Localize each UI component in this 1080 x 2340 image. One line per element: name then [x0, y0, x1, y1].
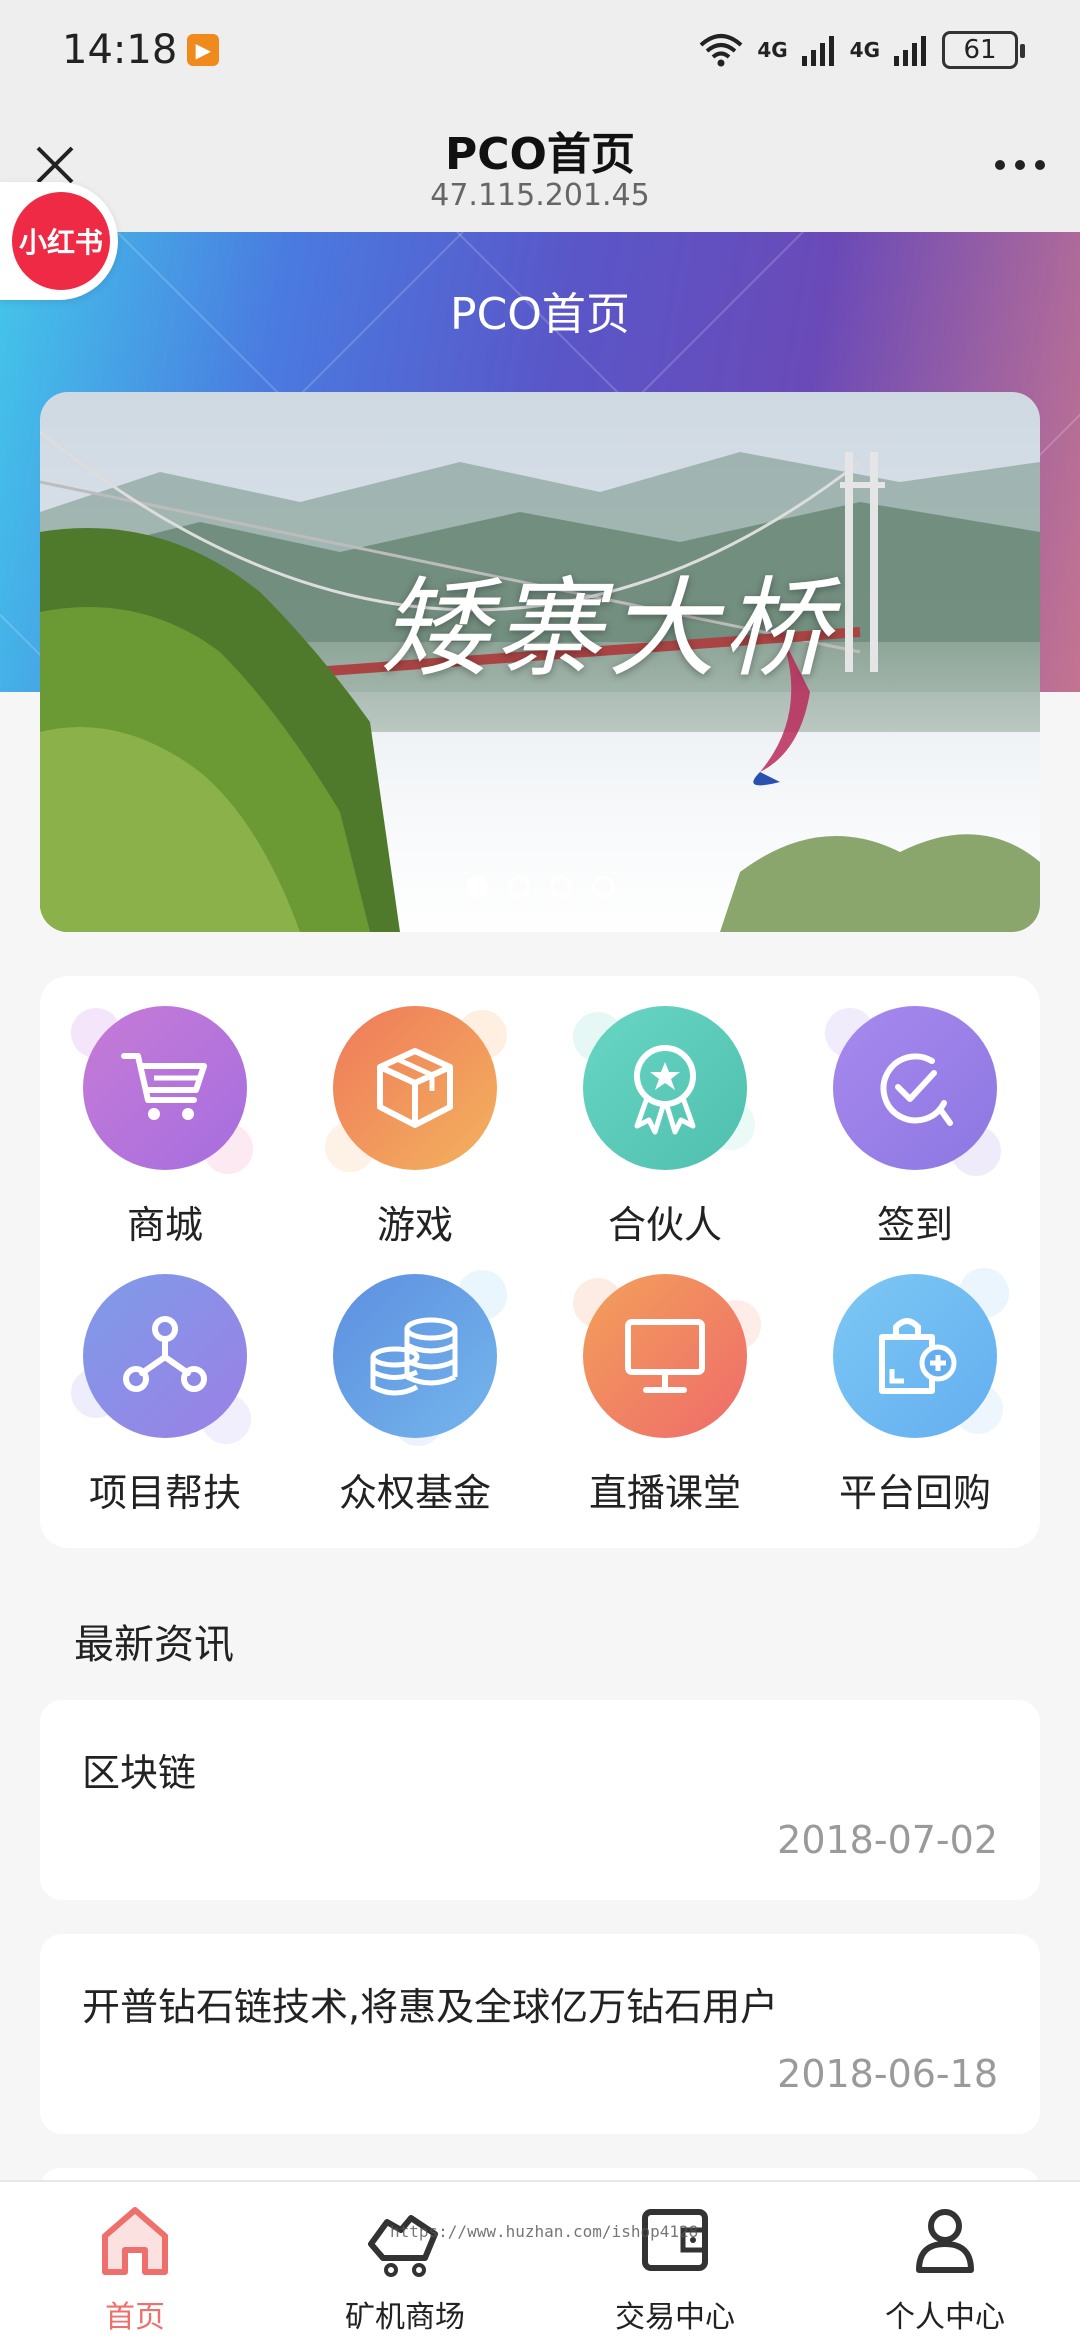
carousel-dot[interactable]	[466, 876, 488, 898]
news-date: 2018-06-18	[777, 2052, 998, 2096]
news-heading: 最新资讯	[74, 1622, 234, 1668]
menu-label: 平台回购	[838, 1471, 991, 1515]
bag-icon	[833, 1268, 1009, 1438]
menu-label: 商城	[126, 1203, 203, 1247]
network-label-1: 4G	[757, 38, 788, 62]
news-title: 区块链	[82, 1751, 197, 1795]
tab-label: 交易中心	[615, 2300, 735, 2335]
status-bar: 14:18 ▶ 4G 4G 61	[0, 0, 1080, 100]
menu-item-buyback[interactable]: 平台回购	[790, 1244, 1040, 1515]
network-icon	[71, 1274, 251, 1444]
menu-item-project-support[interactable]: 项目帮扶	[40, 1244, 290, 1515]
tab-label: 首页	[105, 2300, 165, 2335]
menu-label: 众权基金	[338, 1471, 491, 1515]
watermark: https://www.huzhan.com/ishop4128	[390, 2222, 699, 2241]
checkin-icon	[825, 1006, 1001, 1176]
signal-icon	[801, 36, 834, 66]
monitor-icon	[573, 1274, 761, 1438]
banner-caption: 矮寨大桥	[380, 567, 837, 692]
page-url: 47.115.201.45	[430, 178, 650, 213]
menu-label: 合伙人	[607, 1203, 722, 1247]
menu-item-shop[interactable]: 商城	[40, 976, 290, 1247]
xiaohongshu-logo[interactable]: 小红书	[0, 182, 118, 300]
news-item[interactable]: 开普钻石链技术,将惠及全球亿万钻石用户 2018-06-18	[40, 1934, 1040, 2134]
tab-home[interactable]: 首页	[0, 2182, 270, 2340]
news-title: 开普钻石链技术,将惠及全球亿万钻石用户	[82, 1985, 779, 2029]
menu-label: 游戏	[376, 1203, 453, 1247]
carousel-dot[interactable]	[592, 876, 614, 898]
notification-icon: ▶	[187, 34, 220, 66]
menu-label: 项目帮扶	[88, 1471, 241, 1515]
award-icon	[573, 1006, 755, 1170]
tab-trading-center[interactable]: 交易中心	[540, 2182, 810, 2340]
news-date: 2018-07-02	[777, 1818, 998, 1862]
menu-item-equity-fund[interactable]: 众权基金	[290, 1244, 540, 1515]
status-time-group: 14:18 ▶	[62, 27, 220, 73]
status-time: 14:18	[62, 27, 178, 73]
tab-profile[interactable]: 个人中心	[810, 2182, 1080, 2340]
status-icons: 4G 4G 61	[699, 31, 1025, 69]
signal-icon-2	[894, 36, 926, 66]
top-nav: PCO首页 47.115.201.45	[0, 100, 1080, 232]
menu-item-live-class[interactable]: 直播课堂	[540, 1244, 790, 1515]
cart-icon	[71, 1006, 253, 1174]
menu-grid: 商城 游戏 合伙人 签到 项目帮扶 众权基金 直播课堂 平台回购	[40, 976, 1040, 1548]
menu-label: 直播课堂	[588, 1471, 741, 1515]
menu-item-game[interactable]: 游戏	[290, 976, 540, 1247]
tab-label: 矿机商场	[345, 2300, 465, 2335]
carousel-dot[interactable]	[508, 876, 530, 898]
more-menu-icon[interactable]	[990, 150, 1050, 180]
xiaohongshu-logo-text: 小红书	[12, 192, 110, 290]
person-icon	[916, 2209, 974, 2273]
tab-miner-market[interactable]: 矿机商场	[270, 2182, 540, 2340]
menu-item-partner[interactable]: 合伙人	[540, 976, 790, 1247]
battery-icon: 61	[942, 31, 1025, 69]
menu-item-checkin[interactable]: 签到	[790, 976, 1040, 1247]
bottom-tab-bar: 首页 矿机商场 交易中心 个人中心	[0, 2180, 1080, 2340]
coins-icon	[333, 1270, 507, 1446]
banner-carousel[interactable]: 矮寨大桥	[40, 392, 1040, 932]
news-item[interactable]: 区块链 2018-07-02	[40, 1700, 1040, 1900]
box-icon	[325, 1006, 507, 1172]
menu-label: 签到	[876, 1203, 953, 1247]
tab-label: 个人中心	[885, 2300, 1005, 2335]
hero-title: PCO首页	[450, 289, 630, 340]
carousel-dots	[40, 876, 1040, 898]
carousel-dot[interactable]	[550, 876, 572, 898]
network-label-2: 4G	[849, 38, 880, 62]
wifi-icon	[699, 34, 743, 67]
page-title: PCO首页	[445, 129, 635, 180]
home-icon	[102, 2207, 168, 2275]
